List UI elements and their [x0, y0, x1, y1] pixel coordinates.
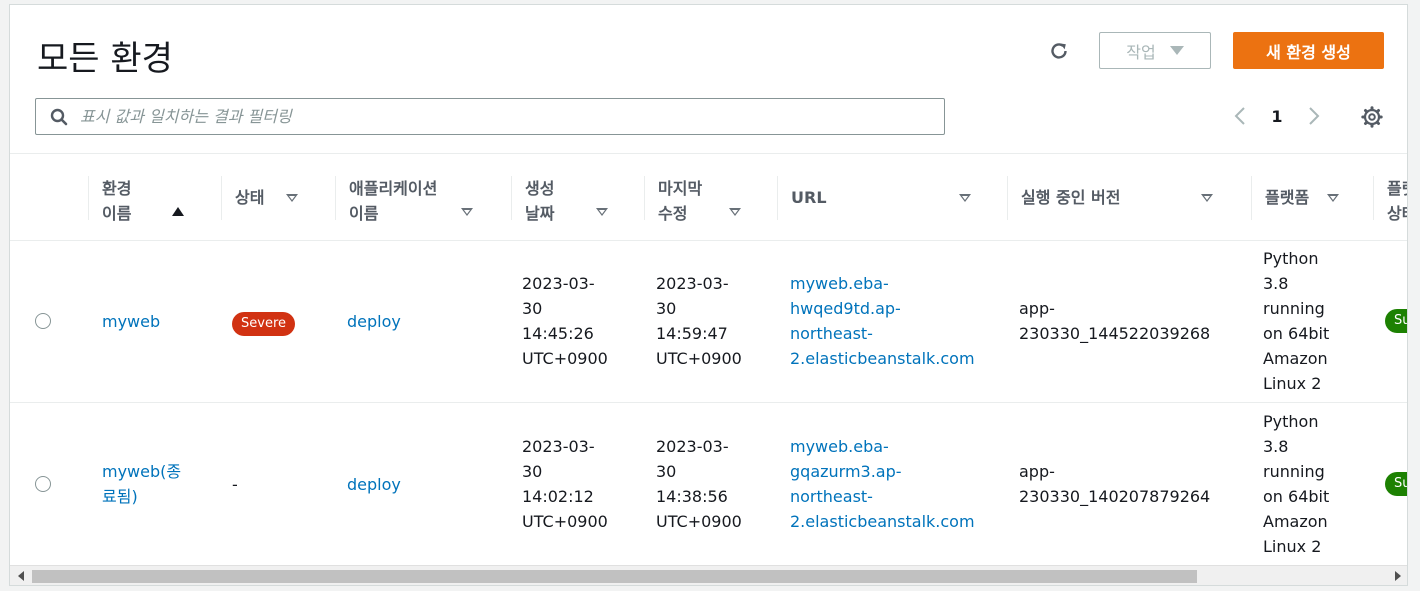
modified-date: 2023-03- 30 14:59:47 UTC+0900 — [656, 274, 742, 368]
column-header-env-name[interactable]: 환경 이름 — [88, 176, 212, 223]
chevron-right-icon — [1309, 107, 1320, 125]
row-select-radio[interactable] — [35, 313, 51, 329]
sort-caret-icon — [596, 208, 608, 216]
platform-cell: Python 3.8 running on 64bit Amazon Linux 2 — [1263, 249, 1330, 393]
sort-caret-icon — [729, 208, 741, 216]
scroll-right-button[interactable] — [1389, 566, 1407, 585]
sort-caret-icon — [286, 194, 298, 202]
sort-caret-icon — [1327, 194, 1339, 202]
column-separator — [644, 176, 645, 220]
caret-down-icon — [1169, 46, 1184, 55]
triangle-right-icon — [1395, 571, 1401, 581]
health-cell: Severe — [232, 309, 295, 336]
filter-input[interactable] — [80, 107, 900, 126]
column-header-platform-status[interactable]: 플랫 상태 — [1373, 176, 1407, 223]
environments-panel: 모든 환경 작업 새 환경 생성 1 — [9, 4, 1408, 586]
actions-label: 작업 — [1126, 42, 1156, 62]
environment-url-link[interactable]: myweb.eba-gqazurm3.ap-northeast- 2.elasti… — [790, 434, 975, 534]
column-label: 생성 — [525, 179, 555, 198]
column-label: 플랫폼 — [1265, 188, 1310, 207]
column-label: 수정 — [658, 204, 688, 223]
column-separator — [88, 176, 89, 220]
sort-ascending-icon — [172, 207, 184, 216]
platform-cell: Python 3.8 running on 64bit Amazon Linux 2 — [1263, 412, 1330, 556]
previous-page-button[interactable] — [1228, 101, 1252, 131]
row-select-radio[interactable] — [35, 476, 51, 492]
environment-url-link[interactable]: myweb.eba-hwqed9td.ap-northeast- 2.elasti… — [790, 271, 975, 371]
health-cell: - — [232, 475, 238, 494]
running-version: app- 230330_144522039268 — [1019, 299, 1211, 343]
refresh-icon — [1051, 43, 1067, 59]
platform-status-cell: Supported — [1385, 472, 1407, 503]
platform-status-cell: Supported — [1385, 309, 1407, 340]
env-name-link[interactable]: myweb(종 료됨) — [102, 459, 181, 509]
status-badge: Supported — [1385, 472, 1407, 496]
column-separator — [511, 176, 512, 220]
app-name-link[interactable]: deploy — [347, 472, 401, 497]
column-label: 이름 — [102, 204, 132, 223]
created-date: 2023-03- 30 14:02:12 UTC+0900 — [522, 437, 608, 531]
create-environment-button[interactable]: 새 환경 생성 — [1233, 32, 1384, 69]
column-label: 상태 — [1387, 204, 1407, 223]
actions-dropdown[interactable]: 작업 — [1099, 32, 1211, 69]
column-label: 마지막 — [658, 179, 703, 198]
column-header-url[interactable]: URL — [777, 176, 981, 220]
column-label: 환경 — [102, 179, 132, 198]
table-header: 환경 이름 상태 애플리케이션 이름 생성 날짜 마지막 수정 URL 실행 중… — [10, 154, 1407, 241]
column-header-running-version[interactable]: 실행 중인 버전 — [1007, 176, 1231, 220]
sort-caret-icon — [1201, 194, 1213, 202]
created-date: 2023-03- 30 14:45:26 UTC+0900 — [522, 274, 608, 368]
triangle-left-icon — [18, 571, 24, 581]
column-header-last-modified[interactable]: 마지막 수정 — [644, 176, 763, 223]
column-label: 실행 중인 버전 — [1021, 188, 1121, 207]
column-label: 상태 — [235, 188, 265, 207]
column-separator — [1007, 176, 1008, 220]
search-box — [35, 98, 945, 135]
pagination: 1 — [1228, 101, 1326, 131]
column-header-platform[interactable]: 플랫폼 — [1251, 176, 1360, 220]
horizontal-scrollbar[interactable] — [10, 565, 1407, 585]
running-version: app- 230330_140207879264 — [1019, 462, 1211, 506]
column-header-app-name[interactable]: 애플리케이션 이름 — [335, 176, 494, 223]
scrollbar-thumb[interactable] — [32, 570, 1197, 583]
column-header-created[interactable]: 생성 날짜 — [511, 176, 630, 223]
status-badge: Severe — [232, 312, 295, 336]
current-page-number[interactable]: 1 — [1252, 107, 1302, 126]
chevron-left-icon — [1234, 107, 1245, 125]
column-separator — [335, 176, 336, 220]
column-separator — [1251, 176, 1252, 220]
sort-caret-icon — [959, 194, 971, 202]
environments-table: 환경 이름 상태 애플리케이션 이름 생성 날짜 마지막 수정 URL 실행 중… — [10, 153, 1407, 565]
page-title: 모든 환경 — [37, 39, 173, 79]
column-separator — [221, 176, 222, 220]
table-row: myweb(종 료됨) - deploy 2023-03- 30 14:02:12 U… — [10, 404, 1407, 565]
column-label: 플랫 — [1387, 179, 1407, 198]
env-name-link[interactable]: myweb — [102, 309, 160, 334]
column-header-status[interactable]: 상태 — [221, 176, 325, 220]
column-separator — [1373, 176, 1374, 220]
refresh-button[interactable] — [1043, 35, 1075, 67]
table-row: myweb Severe deploy 2023-03- 30 14:45:26 UT… — [10, 241, 1407, 403]
search-icon — [50, 108, 68, 125]
status-badge: Supported — [1385, 309, 1407, 333]
sort-caret-icon — [461, 208, 473, 216]
next-page-button[interactable] — [1302, 101, 1326, 131]
column-label: 애플리케이션 — [349, 179, 438, 198]
column-label: URL — [791, 188, 827, 207]
app-name-link[interactable]: deploy — [347, 309, 401, 334]
column-label: 날짜 — [525, 204, 555, 223]
preferences-button[interactable] — [1358, 103, 1386, 131]
column-separator — [777, 176, 778, 220]
scroll-left-button[interactable] — [12, 566, 30, 585]
gear-icon — [1361, 106, 1383, 128]
modified-date: 2023-03- 30 14:38:56 UTC+0900 — [656, 437, 742, 531]
